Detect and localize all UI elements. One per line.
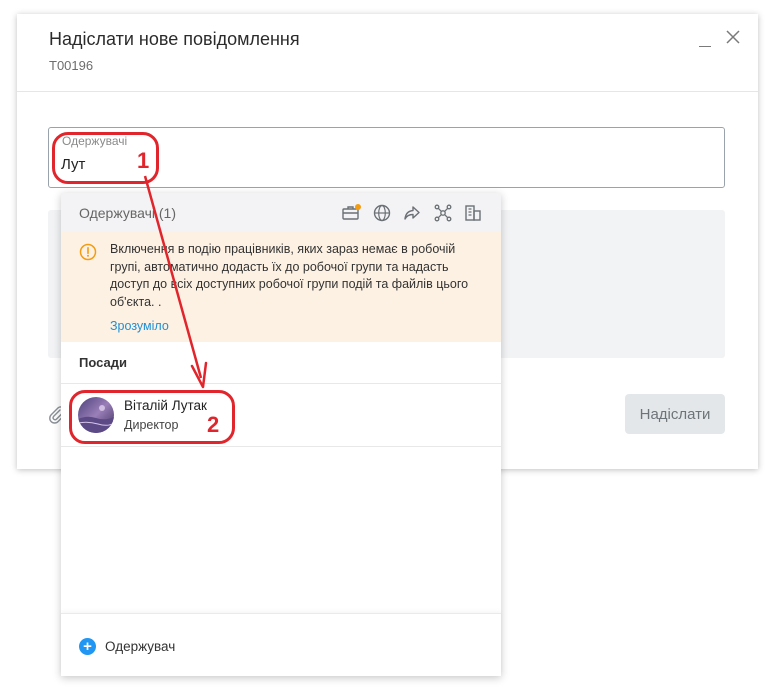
send-button[interactable]: Надіслати [625,394,725,434]
notice-dismiss-link[interactable]: Зрозуміло [110,319,169,333]
annotation-number-2: 2 [207,412,220,437]
dialog-divider [17,91,758,92]
minimize-icon[interactable] [697,32,713,48]
positions-section-title: Посади [79,355,127,370]
dialog-subtitle: T00196 [49,58,94,73]
plus-icon: + [79,637,96,655]
notice-text: Включення в подію працівників, яких зара… [110,242,469,309]
divider [61,446,501,447]
share-arrow-icon[interactable] [402,203,422,223]
add-recipient-button[interactable]: + Одержувач [79,636,175,656]
globe-icon[interactable] [372,203,392,223]
workgroup-notice: Включення в подію працівників, яких зара… [61,232,501,342]
dialog-title: Надіслати нове повідомлення [49,29,300,49]
building-icon[interactable] [463,203,483,223]
warning-icon [79,243,97,261]
close-icon[interactable] [724,28,742,46]
annotation-number-1: 1 [137,148,150,173]
add-recipient-label: Одержувач [105,638,176,654]
dropdown-footer: + Одержувач [61,613,501,676]
briefcase-icon[interactable] [341,203,361,223]
network-icon[interactable] [433,203,453,223]
dropdown-header: Одержувачі (1) [61,193,501,232]
dropdown-header-title: Одержувачі (1) [79,205,177,221]
